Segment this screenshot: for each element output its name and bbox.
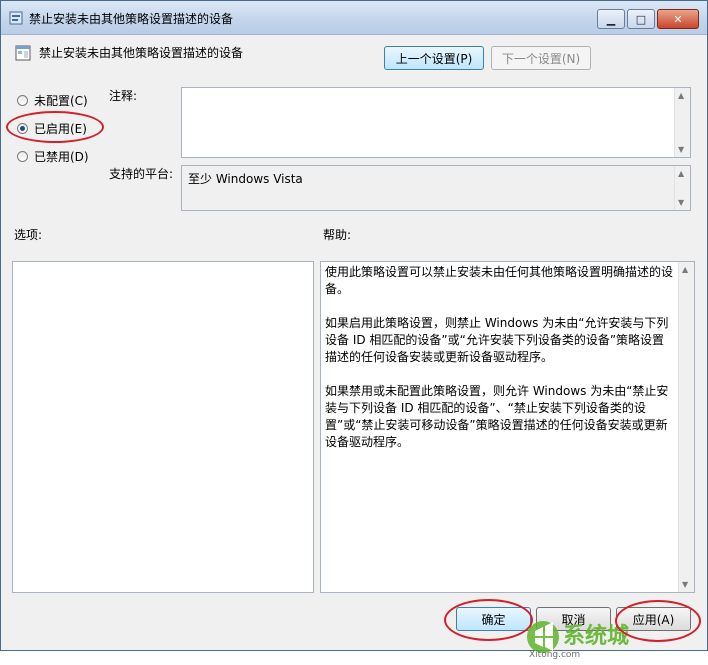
scroll-up-icon[interactable]: ▲ (678, 91, 684, 100)
watermark-brand: 系统城 (563, 623, 629, 649)
help-paragraph: 使用此策略设置可以禁止安装未由任何其他策略设置明确描述的设备。 (325, 265, 674, 296)
scroll-up-icon[interactable]: ▲ (678, 169, 684, 178)
radio-circle[interactable] (17, 95, 28, 106)
minimize-icon: ▁ (606, 12, 616, 26)
ok-button[interactable]: 确定 (456, 607, 531, 631)
radio-label: 未配置(C) (34, 94, 88, 108)
watermark-logo: 系统城 Xitong.com (527, 621, 629, 660)
policy-title: 禁止安装未由其他策略设置描述的设备 (39, 46, 244, 60)
comment-textarea[interactable]: ▲ ▼ (181, 87, 691, 158)
scroll-down-icon[interactable]: ▼ (678, 198, 684, 207)
help-paragraph: 如果启用此策略设置，则禁止 Windows 为未由“允许安装与下列设备 ID 相… (325, 316, 669, 364)
radio-label: 已启用(E) (34, 122, 87, 136)
platform-field: 至少 Windows Vista ▲ ▼ (181, 165, 691, 211)
radio-circle-selected[interactable] (17, 123, 28, 134)
maximize-button[interactable]: □ (627, 9, 655, 29)
radio-label: 已禁用(D) (34, 150, 89, 164)
policy-icon (15, 45, 31, 61)
radio-circle[interactable] (17, 151, 28, 162)
maximize-icon: □ (635, 12, 647, 26)
platform-label: 支持的平台: (109, 167, 174, 181)
scroll-down-icon[interactable]: ▼ (678, 145, 684, 154)
platform-scrollbar[interactable]: ▲ ▼ (674, 166, 690, 210)
close-button[interactable]: ✕ (657, 9, 699, 29)
radio-not-configured[interactable]: 未配置(C) (17, 92, 88, 109)
help-panel: 使用此策略设置可以禁止安装未由任何其他策略设置明确描述的设备。 如果启用此策略设… (320, 261, 695, 593)
window-title: 禁止安装未由其他策略设置描述的设备 (29, 12, 234, 26)
comment-scrollbar[interactable]: ▲ ▼ (674, 88, 690, 157)
scroll-down-icon[interactable]: ▼ (682, 580, 688, 589)
dialog-content: 禁止安装未由其他策略设置描述的设备 上一个设置(P) 下一个设置(N) 未配置(… (1, 35, 707, 660)
options-panel (12, 261, 314, 593)
help-paragraph: 如果禁用或未配置此策略设置，则允许 Windows 为未由“禁止安装与下列设备 … (325, 384, 669, 449)
radio-enabled[interactable]: 已启用(E) (17, 120, 87, 137)
help-scrollbar[interactable]: ▲ ▼ (678, 262, 694, 592)
options-section-label: 选项: (14, 228, 43, 242)
watermark-domain: Xitong.com (529, 650, 580, 660)
minimize-button[interactable]: ▁ (597, 9, 625, 29)
platform-value: 至少 Windows Vista (188, 172, 303, 186)
radio-disabled[interactable]: 已禁用(D) (17, 148, 89, 165)
close-icon: ✕ (673, 12, 683, 26)
policy-dialog-window: 禁止安装未由其他策略设置描述的设备 ▁ □ ✕ 禁止安装未由其他策略设置描述的设… (0, 0, 708, 660)
next-setting-button[interactable]: 下一个设置(N) (491, 46, 591, 70)
policy-settings-icon (9, 11, 23, 25)
help-text: 使用此策略设置可以禁止安装未由任何其他策略设置明确描述的设备。 如果启用此策略设… (325, 264, 675, 468)
caption-buttons: ▁ □ ✕ (595, 9, 699, 29)
title-bar[interactable]: 禁止安装未由其他策略设置描述的设备 ▁ □ ✕ (1, 1, 707, 35)
help-section-label: 帮助: (323, 228, 352, 242)
scroll-up-icon[interactable]: ▲ (682, 265, 688, 274)
previous-setting-button[interactable]: 上一个设置(P) (384, 46, 484, 70)
comment-label: 注释: (109, 89, 138, 103)
